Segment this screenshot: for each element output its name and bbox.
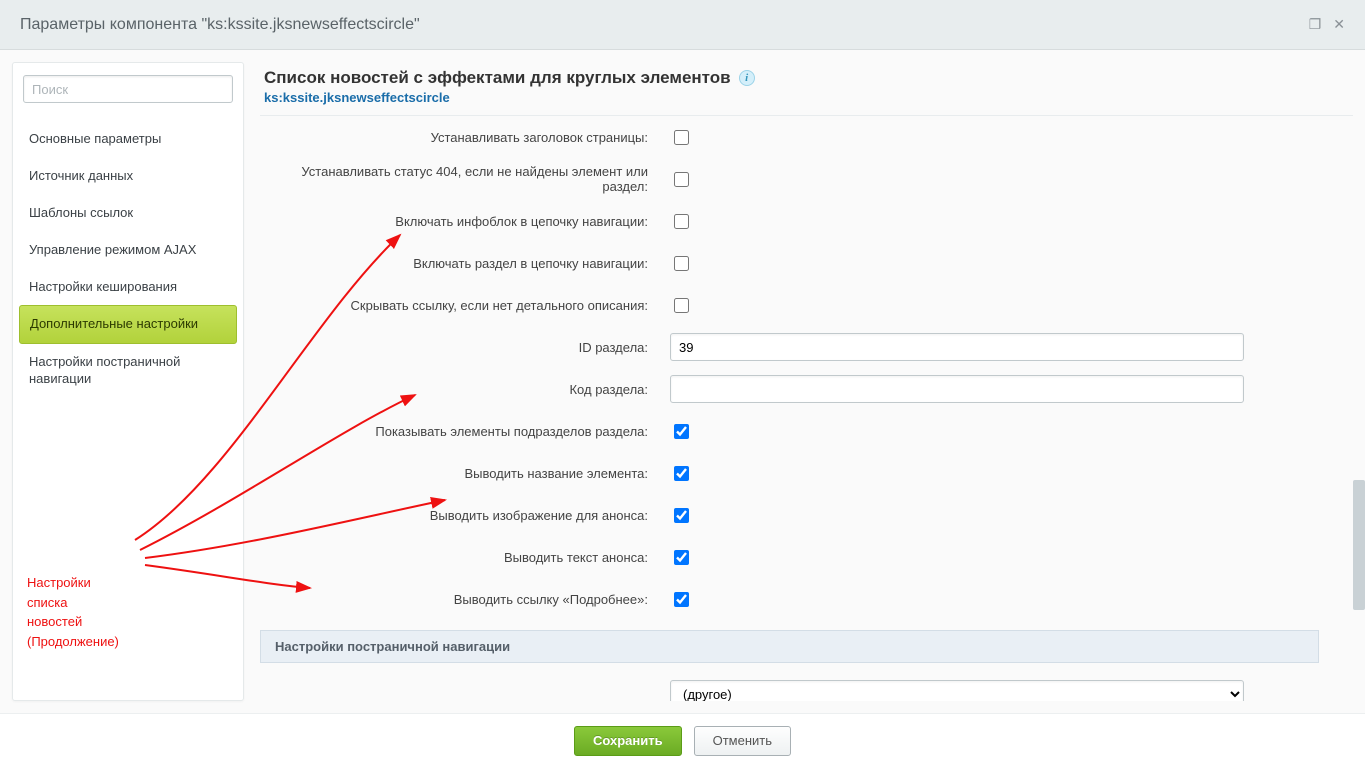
form-row: Выводить ссылку «Подробнее»: bbox=[260, 578, 1349, 620]
component-code: ks:kssite.jksnewseffectscircle bbox=[264, 90, 1349, 105]
form-row: Включать раздел в цепочку навигации: bbox=[260, 242, 1349, 284]
checkbox-input[interactable] bbox=[674, 466, 689, 481]
form-row: Скрывать ссылку, если нет детального опи… bbox=[260, 284, 1349, 326]
page-title: Список новостей с эффектами для круглых … bbox=[264, 68, 731, 88]
text-input[interactable] bbox=[670, 375, 1244, 403]
form-label: Выводить изображение для анонса: bbox=[260, 508, 670, 523]
checkbox-input[interactable] bbox=[674, 172, 689, 187]
form-label: Выводить ссылку «Подробнее»: bbox=[260, 592, 670, 607]
form-control bbox=[670, 127, 1349, 148]
page-scrollbar-thumb[interactable] bbox=[1353, 480, 1365, 610]
form-label: Включать раздел в цепочку навигации: bbox=[260, 256, 670, 271]
sidebar-item[interactable]: Настройки кеширования bbox=[19, 269, 237, 306]
search-input[interactable] bbox=[23, 75, 233, 103]
sidebar-item[interactable]: Настройки постраничной навигации bbox=[19, 344, 237, 398]
form-control bbox=[670, 211, 1349, 232]
sidebar-item[interactable]: Основные параметры bbox=[19, 121, 237, 158]
form-label: Устанавливать заголовок страницы: bbox=[260, 130, 670, 145]
form-control bbox=[670, 589, 1349, 610]
form-row: Выводить текст анонса: bbox=[260, 536, 1349, 578]
select-input[interactable]: (другое) bbox=[670, 680, 1244, 701]
form-control bbox=[670, 295, 1349, 316]
form-row: Показывать элементы подразделов раздела: bbox=[260, 410, 1349, 452]
checkbox-input[interactable] bbox=[674, 508, 689, 523]
checkbox-input[interactable] bbox=[674, 298, 689, 313]
window-restore-icon[interactable]: ❐ bbox=[1309, 16, 1322, 33]
section-heading: Настройки постраничной навигации bbox=[260, 630, 1319, 663]
form-label: Выводить текст анонса: bbox=[260, 550, 670, 565]
sidebar-item[interactable]: Дополнительные настройки bbox=[19, 305, 237, 344]
form-row: ID раздела: bbox=[260, 326, 1349, 368]
form-control bbox=[670, 169, 1349, 190]
form-row: Устанавливать статус 404, если не найден… bbox=[260, 158, 1349, 200]
form-row: Код раздела: bbox=[260, 368, 1349, 410]
form-label: ID раздела: bbox=[260, 340, 670, 355]
form-row: Выводить название элемента: bbox=[260, 452, 1349, 494]
form-label: Показывать элементы подразделов раздела: bbox=[260, 424, 670, 439]
footer: Сохранить Отменить bbox=[0, 713, 1365, 767]
checkbox-input[interactable] bbox=[674, 424, 689, 439]
annotation-text: Настройки списка новостей (Продолжение) bbox=[27, 573, 119, 651]
form-label: Выводить название элемента: bbox=[260, 466, 670, 481]
sidebar-item[interactable]: Управление режимом AJAX bbox=[19, 232, 237, 269]
checkbox-input[interactable] bbox=[674, 550, 689, 565]
form-label: Включать инфоблок в цепочку навигации: bbox=[260, 214, 670, 229]
info-icon[interactable]: i bbox=[739, 70, 755, 86]
checkbox-input[interactable] bbox=[674, 214, 689, 229]
form-control bbox=[670, 421, 1349, 442]
sidebar-item[interactable]: Шаблоны ссылок bbox=[19, 195, 237, 232]
titlebar: Параметры компонента "ks:kssite.jksnewse… bbox=[0, 0, 1365, 50]
form-control bbox=[670, 333, 1349, 361]
main-header: Список новостей с эффектами для круглых … bbox=[260, 62, 1353, 116]
window-close-icon[interactable]: ✕ bbox=[1333, 16, 1345, 33]
checkbox-input[interactable] bbox=[674, 592, 689, 607]
form-control bbox=[670, 463, 1349, 484]
checkbox-input[interactable] bbox=[674, 130, 689, 145]
form-area: Устанавливать заголовок страницы: Устанав… bbox=[260, 116, 1353, 701]
form-row: (другое) bbox=[260, 673, 1349, 701]
sidebar: Основные параметрыИсточник данныхШаблоны… bbox=[12, 62, 244, 701]
text-input[interactable] bbox=[670, 333, 1244, 361]
form-control bbox=[670, 375, 1349, 403]
checkbox-input[interactable] bbox=[674, 256, 689, 271]
sidebar-item[interactable]: Источник данных bbox=[19, 158, 237, 195]
form-row: Выводить изображение для анонса: bbox=[260, 494, 1349, 536]
form-label: Скрывать ссылку, если нет детального опи… bbox=[260, 298, 670, 313]
form-label: Устанавливать статус 404, если не найден… bbox=[260, 164, 670, 194]
form-row: Устанавливать заголовок страницы: bbox=[260, 116, 1349, 158]
save-button[interactable]: Сохранить bbox=[574, 726, 682, 756]
form-label: Код раздела: bbox=[260, 382, 670, 397]
window-title: Параметры компонента "ks:kssite.jksnewse… bbox=[20, 16, 420, 34]
cancel-button[interactable]: Отменить bbox=[694, 726, 791, 756]
form-control bbox=[670, 505, 1349, 526]
form-row: Включать инфоблок в цепочку навигации: bbox=[260, 200, 1349, 242]
form-control bbox=[670, 547, 1349, 568]
form-control bbox=[670, 253, 1349, 274]
